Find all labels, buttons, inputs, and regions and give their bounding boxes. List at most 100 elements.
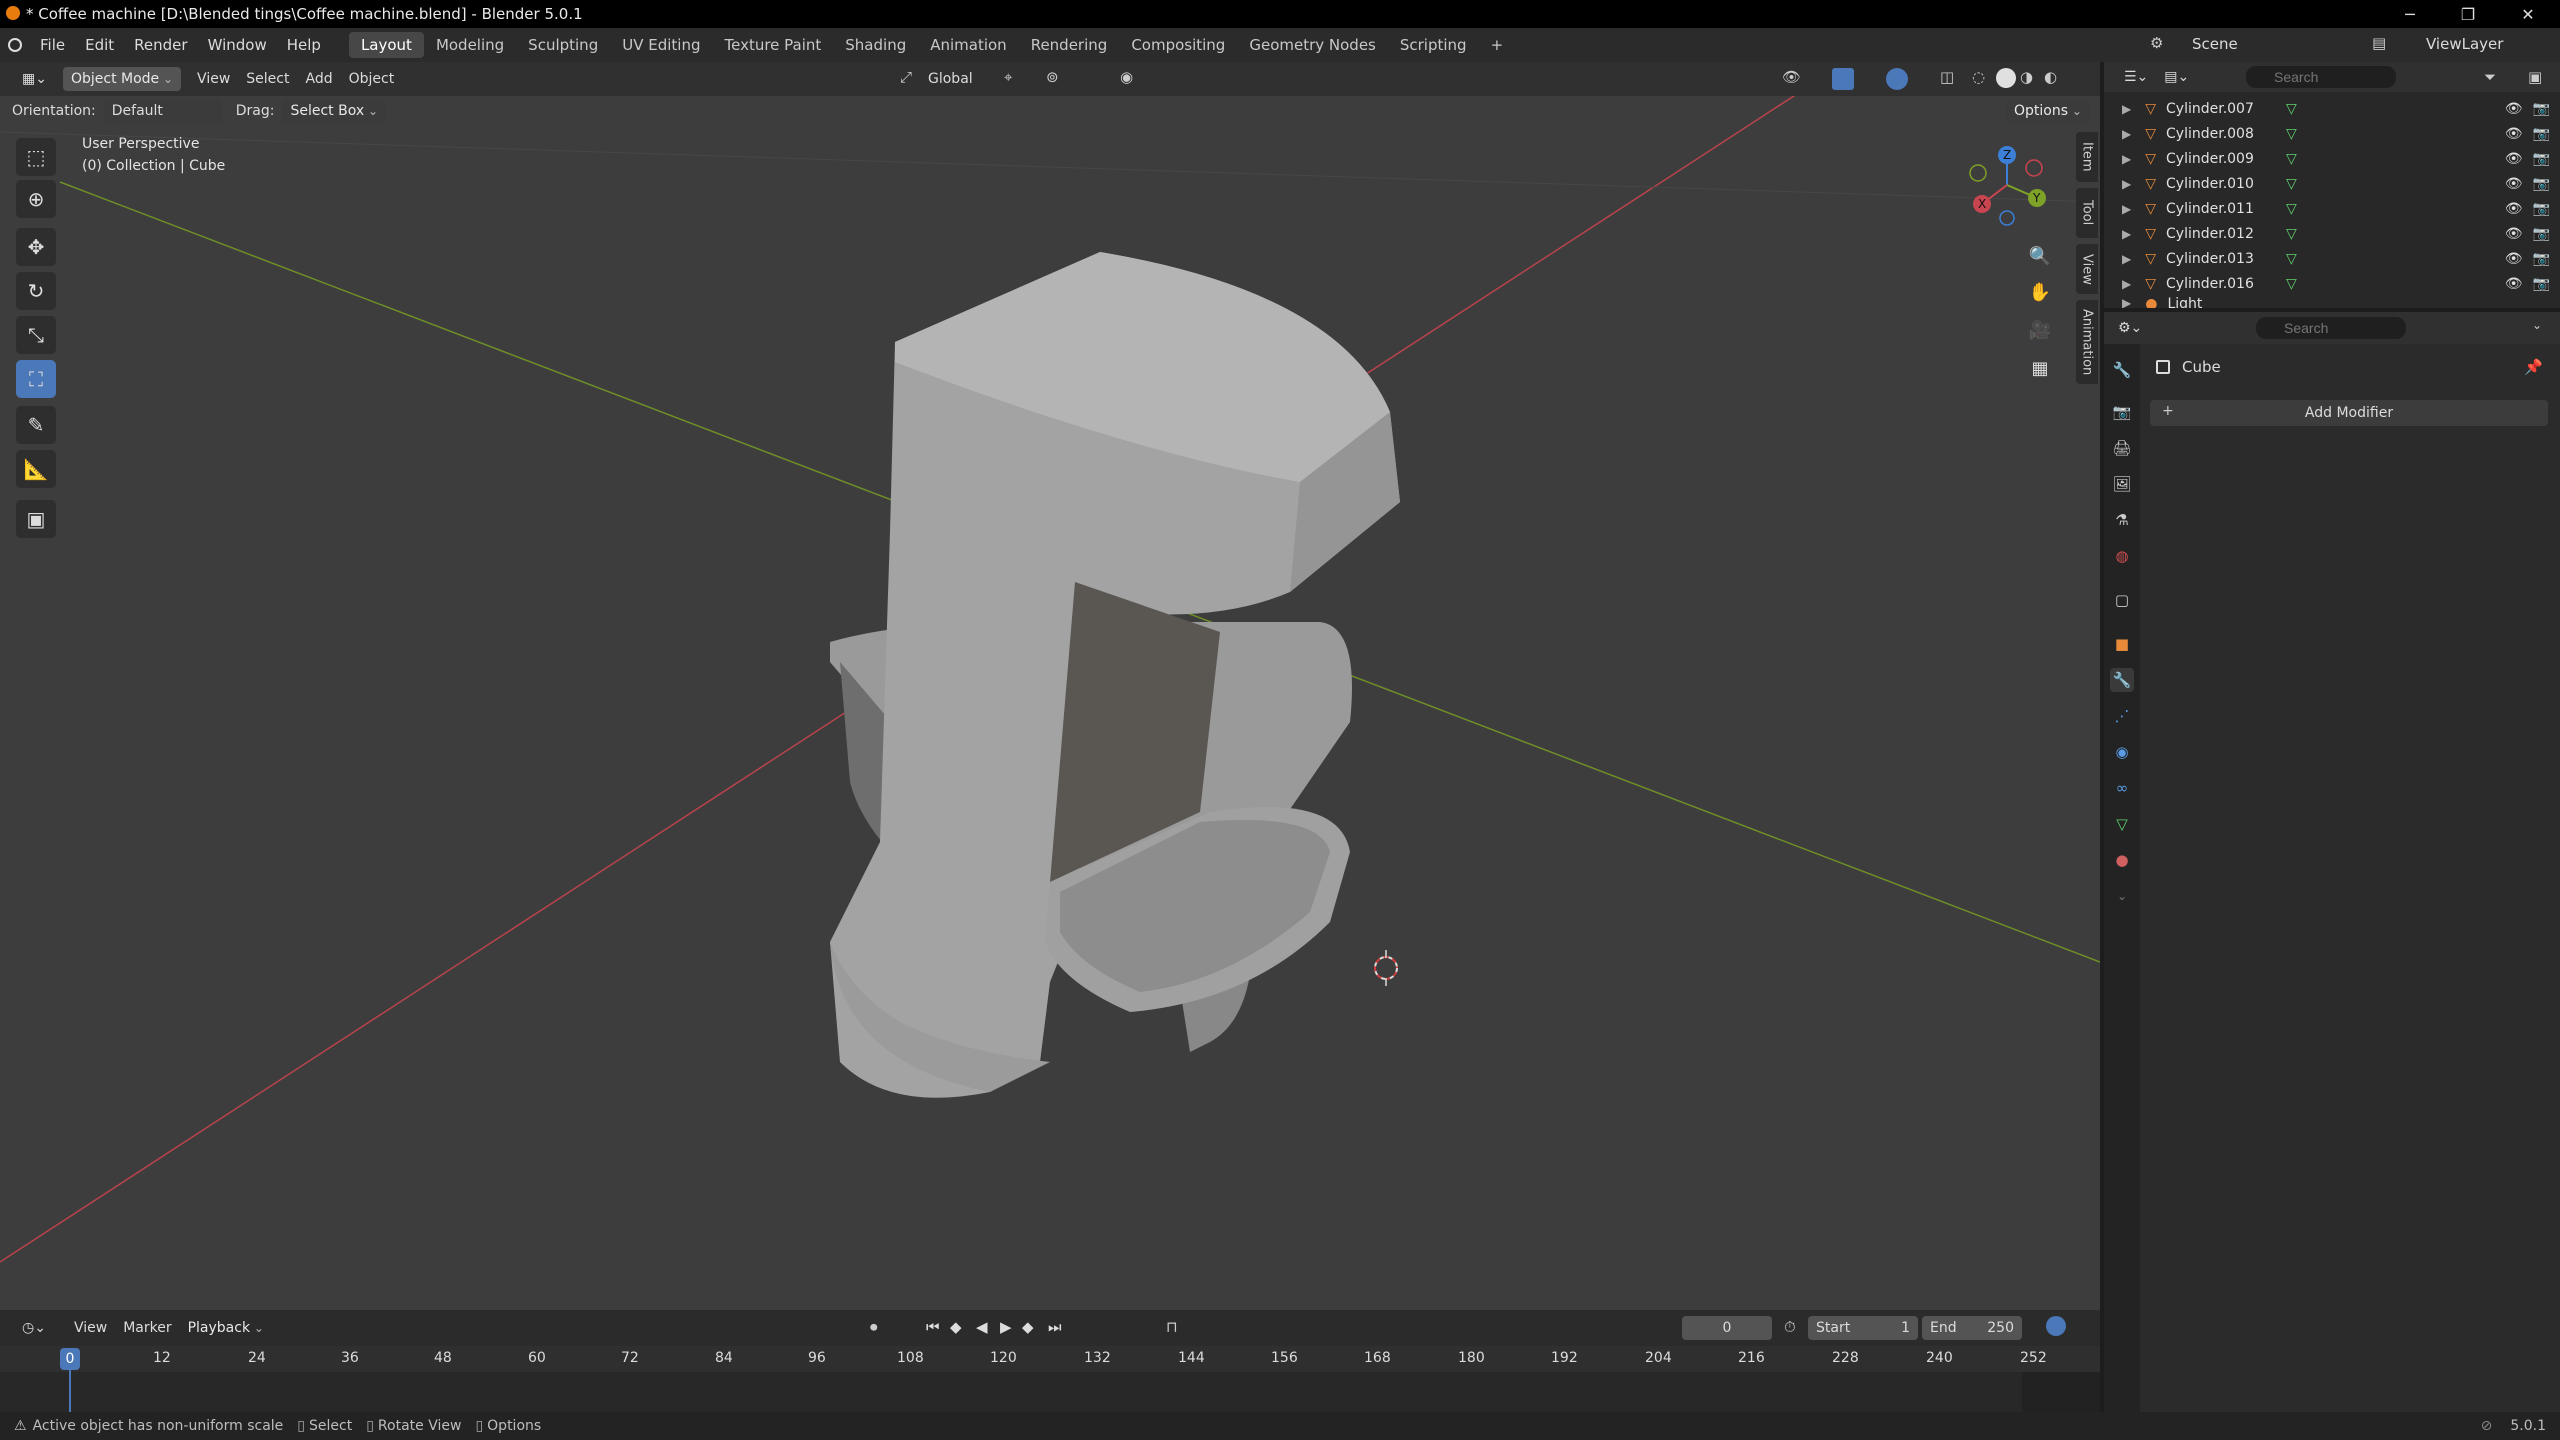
camera-view-icon[interactable]: 🎥 (2024, 314, 2056, 346)
camera-icon[interactable]: 📷 (2533, 176, 2550, 192)
current-frame-field[interactable]: 0 (1682, 1316, 1772, 1340)
xray-toggle-icon[interactable]: ◫ (1940, 68, 1954, 86)
add-cube-tool[interactable]: ▣ (16, 500, 56, 538)
more-tabs-icon[interactable]: ⌄ (2110, 884, 2134, 908)
timeline-filter-icon[interactable] (2046, 1316, 2066, 1336)
menu-view[interactable]: View (189, 67, 238, 91)
object-tab-icon[interactable]: ■ (2110, 632, 2134, 656)
keying-set-icon[interactable]: ⊓ (1166, 1318, 1178, 1336)
new-collection-icon[interactable]: ▣ (2528, 68, 2542, 86)
camera-icon[interactable]: 📷 (2533, 276, 2550, 292)
end-frame-field[interactable]: End 250 (1922, 1316, 2022, 1340)
transform-tool[interactable]: ⛶ (16, 360, 56, 398)
timeline-editor-icon[interactable]: ◷⌄ (14, 1316, 54, 1340)
camera-icon[interactable]: 📷 (2533, 226, 2550, 242)
mesh-data-icon[interactable]: ▽ (2286, 226, 2297, 242)
expand-arrow-icon[interactable]: ▶ (2122, 127, 2131, 141)
eye-icon[interactable]: 👁 (2505, 276, 2523, 292)
mesh-data-icon[interactable]: ▽ (2286, 151, 2297, 167)
transform-orientation-selector[interactable]: Global (920, 67, 981, 91)
mesh-data-icon[interactable]: ▽ (2286, 126, 2297, 142)
overlays-toggle-icon[interactable] (1886, 68, 1908, 90)
material-shading-icon[interactable]: ◑ (2020, 68, 2033, 86)
tab-layout[interactable]: Layout (348, 32, 424, 58)
outliner-row[interactable]: ▶ ▽ Cylinder.016 ▽ 👁 📷 (2104, 271, 2560, 296)
ortho-grid-icon[interactable]: ▦ (2024, 352, 2056, 384)
menu-edit[interactable]: Edit (75, 28, 124, 62)
outliner-row[interactable]: ▶ ▽ Cylinder.012 ▽ 👁 📷 (2104, 221, 2560, 246)
timeline-area[interactable]: 0 12 24 36 48 60 72 84 96 108 120 132 14… (0, 1346, 2100, 1416)
expand-arrow-icon[interactable]: ▶ (2122, 277, 2131, 291)
expand-arrow-icon[interactable]: ▶ (2122, 296, 2131, 308)
collection-tab-icon[interactable]: ▢ (2110, 588, 2134, 612)
expand-arrow-icon[interactable]: ▶ (2122, 227, 2131, 241)
outliner-row[interactable]: ▶ ▽ Cylinder.011 ▽ 👁 📷 (2104, 196, 2560, 221)
tab-sculpting[interactable]: Sculpting (516, 32, 610, 58)
menu-help[interactable]: Help (277, 28, 331, 62)
tab-geometry-nodes[interactable]: Geometry Nodes (1237, 32, 1388, 58)
output-tab-icon[interactable]: 🖨 (2110, 436, 2134, 460)
eye-icon[interactable]: 👁 (2505, 176, 2523, 192)
viewlayer-icon[interactable]: ▤ (2372, 34, 2386, 52)
editor-type-icon[interactable]: ▦⌄ (14, 67, 55, 91)
preview-range-icon[interactable]: ⏱ (1784, 1318, 1796, 1336)
gizmo-toggle-icon[interactable] (1832, 68, 1854, 90)
sidebar-tab-item[interactable]: Item (2076, 132, 2098, 182)
timeline-menu-playback[interactable]: Playback (180, 1316, 272, 1340)
camera-icon[interactable]: 📷 (2533, 201, 2550, 217)
outliner-row[interactable]: ▶ ▽ Cylinder.010 ▽ 👁 📷 (2104, 171, 2560, 196)
render-tab-icon[interactable]: 📷 (2110, 400, 2134, 424)
mesh-data-icon[interactable]: ▽ (2286, 201, 2297, 217)
menu-file[interactable]: File (30, 28, 75, 62)
sidebar-tab-tool[interactable]: Tool (2076, 188, 2098, 238)
eye-icon[interactable]: 👁 (2505, 126, 2523, 142)
scene-icon[interactable]: ⚙ (2150, 34, 2163, 52)
jump-start-icon[interactable]: ⏮ (926, 1318, 940, 1336)
wireframe-shading-icon[interactable]: ◌ (1972, 68, 1985, 86)
blender-menu-icon[interactable] (0, 28, 30, 62)
rotate-tool[interactable]: ↻ (16, 272, 56, 310)
restore-button[interactable]: ❐ (2440, 0, 2496, 28)
menu-select[interactable]: Select (238, 67, 297, 91)
outliner-editor-icon[interactable]: ☰⌄ (2116, 65, 2156, 89)
tab-rendering[interactable]: Rendering (1019, 32, 1120, 58)
jump-end-icon[interactable]: ⏭ (1048, 1318, 1062, 1336)
tool-tab-icon[interactable]: 🔧 (2110, 358, 2134, 382)
expand-arrow-icon[interactable]: ▶ (2122, 202, 2131, 216)
particles-tab-icon[interactable]: ⋰ (2110, 704, 2134, 728)
transform-orientation-icon[interactable]: ⤢ (900, 68, 912, 86)
properties-options-icon[interactable]: ⌄ (2532, 318, 2542, 332)
minimize-button[interactable]: ─ (2382, 0, 2438, 28)
viewlayer-selector[interactable]: ViewLayer (2426, 35, 2503, 53)
mesh-data-icon[interactable]: ▽ (2286, 276, 2297, 292)
outliner-row[interactable]: ▶ ● Light (2104, 296, 2560, 308)
properties-search-input[interactable] (2256, 317, 2406, 339)
proportional-edit-icon[interactable]: ◉ (1120, 68, 1133, 86)
material-tab-icon[interactable]: ● (2110, 848, 2134, 872)
expand-arrow-icon[interactable]: ▶ (2122, 177, 2131, 191)
modifier-tab-icon[interactable]: 🔧 (2110, 668, 2134, 692)
navigation-gizmo[interactable]: Z Y X (1962, 140, 2052, 230)
zoom-icon[interactable]: 🔍 (2024, 240, 2056, 272)
outliner-row[interactable]: ▶ ▽ Cylinder.013 ▽ 👁 📷 (2104, 246, 2560, 271)
scale-tool[interactable]: ⤡ (16, 316, 56, 354)
outliner-row[interactable]: ▶ ▽ Cylinder.007 ▽ 👁 📷 (2104, 96, 2560, 121)
pin-icon[interactable]: 📌 (2524, 358, 2543, 376)
mode-selector[interactable]: Object Mode (62, 67, 182, 91)
timeline-menu-view[interactable]: View (66, 1316, 115, 1340)
tab-uv-editing[interactable]: UV Editing (610, 32, 712, 58)
select-box-tool[interactable]: ⬚ (16, 138, 56, 176)
display-mode-icon[interactable]: ▤⌄ (2156, 65, 2197, 89)
tab-modeling[interactable]: Modeling (424, 32, 516, 58)
pivot-icon[interactable]: ⌖ (1004, 68, 1012, 86)
sidebar-tab-view[interactable]: View (2076, 244, 2098, 294)
tab-scripting[interactable]: Scripting (1388, 32, 1479, 58)
options-button[interactable]: Options (2006, 99, 2090, 123)
tab-texture-paint[interactable]: Texture Paint (712, 32, 833, 58)
camera-icon[interactable]: 📷 (2533, 151, 2550, 167)
scene-selector[interactable]: Scene (2192, 35, 2238, 53)
outliner-row[interactable]: ▶ ▽ Cylinder.008 ▽ 👁 📷 (2104, 121, 2560, 146)
menu-render[interactable]: Render (124, 28, 197, 62)
menu-object[interactable]: Object (341, 67, 403, 91)
eye-icon[interactable]: 👁 (2505, 101, 2523, 117)
